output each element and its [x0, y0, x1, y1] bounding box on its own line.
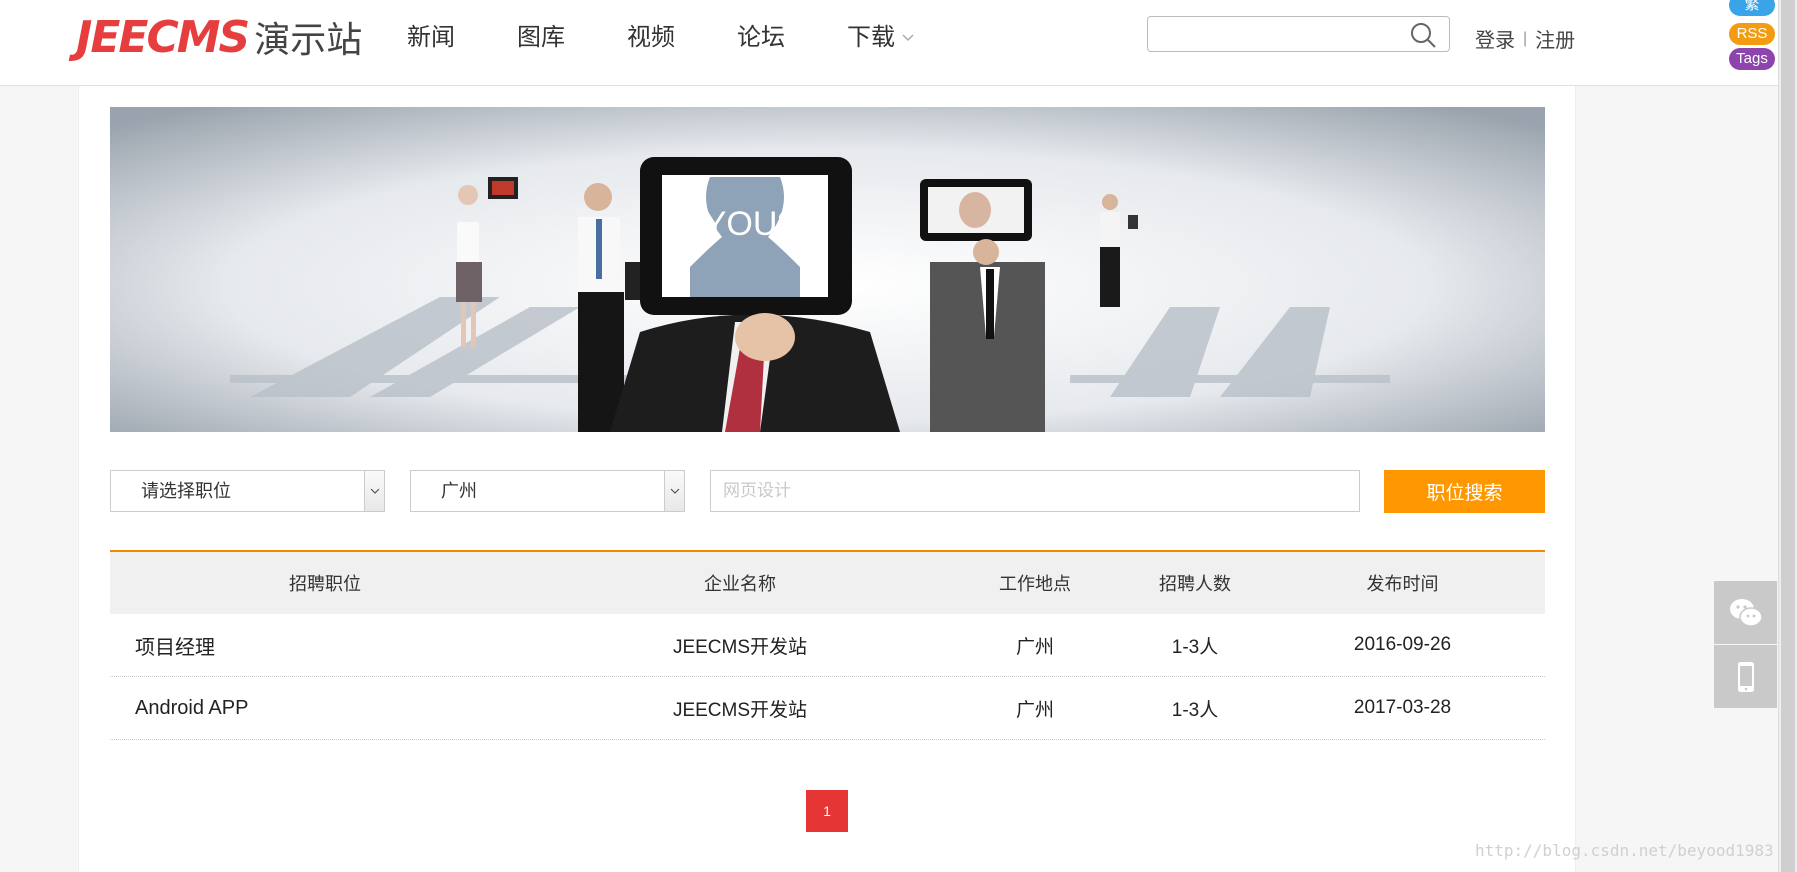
traditional-chinese-badge[interactable]: 繁: [1729, 0, 1775, 16]
nav-item-video[interactable]: 视频: [627, 20, 675, 56]
search-icon[interactable]: [1409, 21, 1437, 49]
nav-item-gallery[interactable]: 图库: [517, 20, 565, 56]
tags-badge[interactable]: Tags: [1729, 48, 1775, 70]
company-name: JEECMS开发站: [672, 699, 808, 721]
recruitment-banner: YOU?: [110, 107, 1545, 432]
header-location: 工作地点: [999, 574, 1071, 594]
banner-image: YOU?: [110, 107, 1545, 432]
job-search-button[interactable]: 职位搜索: [1384, 470, 1545, 513]
table-row: Android APP JEECMS开发站 广州 1-3人 2017-03-28: [110, 677, 1545, 740]
login-link[interactable]: 登录: [1475, 24, 1515, 53]
header-date: 发布时间: [1366, 574, 1439, 594]
table-row: 项目经理 JEECMS开发站 广州 1-3人 2016-09-26: [110, 614, 1545, 677]
nav-item-forum[interactable]: 论坛: [737, 20, 785, 56]
keyword-input[interactable]: [710, 470, 1360, 512]
chevron-down-icon: [670, 488, 680, 494]
page-number-current[interactable]: 1: [806, 790, 848, 832]
auth-links: 登录 | 注册: [1475, 24, 1575, 53]
site-header: JEECMS 演示站 新闻 图库 视频 论坛 下载 登录 | 注册: [0, 0, 1778, 86]
site-search: [1147, 16, 1450, 52]
job-title-link[interactable]: Android APP: [110, 697, 540, 720]
register-link[interactable]: 注册: [1535, 24, 1575, 53]
nav-item-news[interactable]: 新闻: [407, 20, 455, 56]
nav-item-download-label: 下载: [847, 24, 895, 51]
city-select-arrow[interactable]: [664, 471, 684, 511]
chevron-down-icon: [370, 488, 380, 494]
job-location: 广州: [1015, 636, 1054, 658]
job-date: 2016-09-26: [1353, 634, 1452, 655]
auth-separator: |: [1523, 29, 1528, 47]
table-header: 招聘职位 企业名称 工作地点 招聘人数 发布时间: [110, 552, 1545, 614]
logo-brand: JEECMS: [76, 11, 250, 63]
header-position: 招聘职位: [289, 574, 361, 594]
site-logo[interactable]: JEECMS 演示站: [76, 11, 363, 63]
logo-subtitle: 演示站: [254, 20, 363, 61]
job-location: 广州: [1015, 699, 1054, 721]
nav-item-download[interactable]: 下载: [847, 20, 915, 56]
banner-caption: YOU?: [704, 205, 797, 243]
job-date: 2017-03-28: [1353, 697, 1452, 718]
scrollbar-thumb[interactable]: [1781, 0, 1795, 872]
job-filters: 请选择职位 广州 职位搜索: [110, 470, 1545, 514]
city-select-value: 广州: [441, 481, 477, 501]
main-content: YOU? 请选择职位 广州 网页设计 职位搜索 招聘职位 企业名称 工作地点 招…: [78, 86, 1576, 872]
position-select-value: 请选择职位: [141, 481, 231, 501]
mobile-phone-icon: [1738, 662, 1754, 692]
wechat-button[interactable]: [1714, 581, 1777, 644]
site-search-input[interactable]: [1148, 17, 1398, 51]
job-headcount: 1-3人: [1171, 699, 1219, 721]
job-title-link[interactable]: 项目经理: [110, 631, 540, 660]
watermark-text: http://blog.csdn.net/beyood1983: [1475, 841, 1774, 860]
page-scrollbar[interactable]: [1778, 0, 1797, 872]
position-select[interactable]: 请选择职位: [110, 470, 385, 512]
mobile-button[interactable]: [1714, 645, 1777, 708]
job-table: 招聘职位 企业名称 工作地点 招聘人数 发布时间 项目经理 JEECMS开发站 …: [110, 550, 1545, 740]
header-company: 企业名称: [704, 574, 776, 594]
wechat-icon: [1730, 599, 1763, 627]
job-headcount: 1-3人: [1171, 636, 1219, 658]
chevron-down-icon: [902, 34, 914, 42]
main-nav: 新闻 图库 视频 论坛 下载: [407, 20, 977, 56]
city-select[interactable]: 广州: [410, 470, 685, 512]
position-select-arrow[interactable]: [364, 471, 384, 511]
rss-badge[interactable]: RSS: [1729, 23, 1775, 45]
company-name: JEECMS开发站: [672, 636, 808, 658]
header-headcount: 招聘人数: [1159, 574, 1231, 594]
